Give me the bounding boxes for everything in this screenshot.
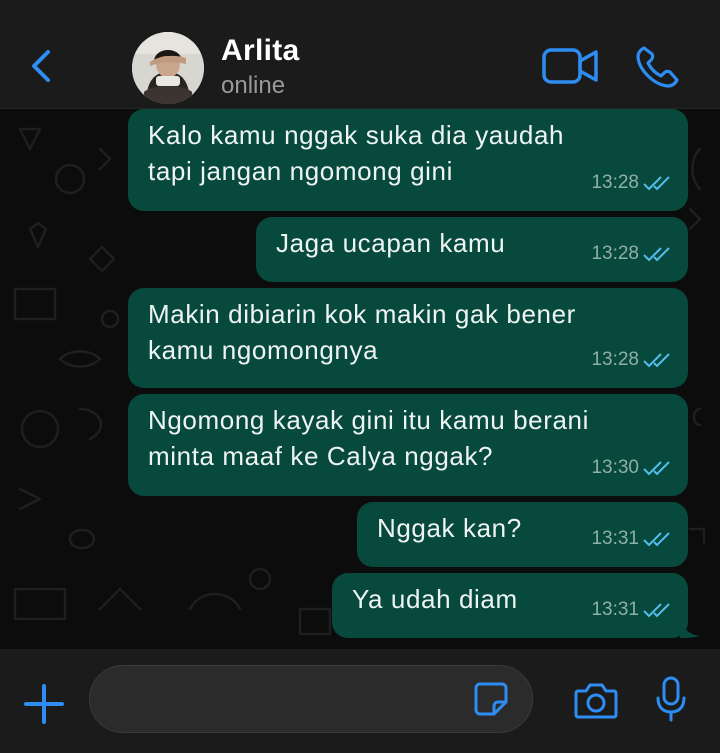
read-ticks-icon — [643, 247, 670, 262]
message-meta: 13:28 — [591, 165, 674, 201]
message-meta: 13:31 — [591, 592, 674, 628]
message-text-line: Ngomong kayak gini itu kamu berani — [148, 405, 589, 435]
message-time: 13:31 — [591, 528, 639, 549]
message-bubble[interactable]: Ngomong kayak gini itu kamu berani minta… — [128, 394, 688, 496]
read-ticks-icon — [643, 461, 670, 476]
read-ticks-icon — [643, 353, 670, 368]
chat-area[interactable]: Kalo kamu nggak suka dia yaudah tapi jan… — [0, 109, 720, 649]
contact-status: online — [221, 72, 286, 99]
phone-icon[interactable] — [634, 44, 682, 90]
contact-name[interactable]: Arlita — [221, 34, 300, 68]
read-ticks-icon — [643, 603, 670, 618]
message-time: 13:31 — [591, 599, 639, 620]
message-time: 13:28 — [591, 349, 639, 370]
message-text-line: Makin dibiarin kok makin gak bener — [148, 299, 576, 329]
message-bubble[interactable]: Makin dibiarin kok makin gak bener kamu … — [128, 288, 688, 388]
message-bubble[interactable]: Kalo kamu nggak suka dia yaudah tapi jan… — [128, 109, 688, 211]
video-call-icon[interactable] — [541, 46, 599, 86]
bubble-tail — [680, 616, 700, 638]
sticker-icon[interactable] — [474, 682, 508, 716]
message-time: 13:30 — [591, 457, 639, 478]
message-meta: 13:31 — [591, 521, 674, 557]
message-input[interactable] — [89, 665, 533, 733]
message-text-line: Kalo kamu nggak suka dia yaudah — [148, 120, 565, 150]
read-ticks-icon — [643, 176, 670, 191]
avatar[interactable] — [132, 32, 204, 104]
message-meta: 13:30 — [591, 450, 674, 486]
plus-icon[interactable] — [22, 682, 66, 726]
read-ticks-icon — [643, 532, 670, 547]
message-bubble[interactable]: Ya udah diam 13:31 — [332, 573, 700, 638]
message-time: 13:28 — [591, 243, 639, 264]
message-time: 13:28 — [591, 172, 639, 193]
message-bubble[interactable]: Nggak kan? 13:31 — [357, 502, 688, 567]
microphone-icon[interactable] — [656, 676, 686, 722]
message-meta: 13:28 — [591, 342, 674, 378]
message-bubble[interactable]: Jaga ucapan kamu 13:28 — [256, 217, 688, 282]
camera-icon[interactable] — [574, 681, 618, 719]
avatar-photo — [132, 32, 204, 104]
back-button[interactable] — [26, 44, 58, 88]
chat-header: Arlita online — [0, 0, 720, 109]
message-meta: 13:28 — [591, 236, 674, 272]
